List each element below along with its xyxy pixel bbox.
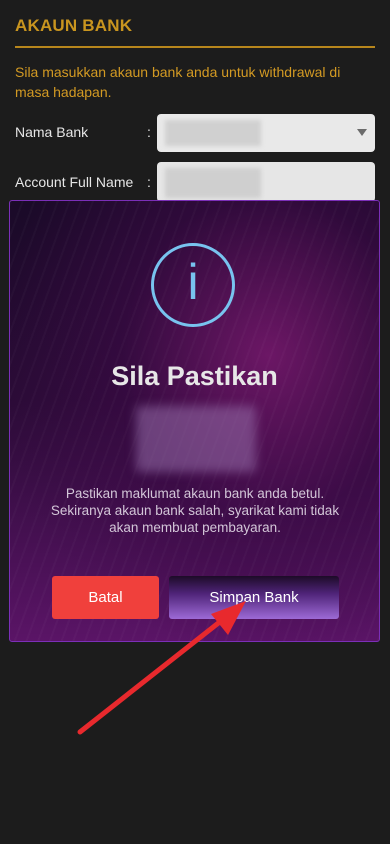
- save-bank-button[interactable]: Simpan Bank: [169, 576, 339, 619]
- account-name-label: Account Full Name: [15, 174, 134, 190]
- chevron-down-icon: [357, 129, 367, 136]
- cancel-button[interactable]: Batal: [52, 576, 159, 619]
- bank-name-select[interactable]: [157, 114, 375, 152]
- bank-name-colon: :: [147, 124, 151, 140]
- bank-name-value-redacted: [165, 120, 261, 146]
- section-title: AKAUN BANK: [15, 16, 133, 35]
- account-full-name-field[interactable]: [157, 162, 375, 202]
- title-divider: [15, 46, 375, 48]
- dialog-title: Sila Pastikan: [111, 361, 278, 391]
- confirm-dialog: i Sila Pastikan Pastikan maklumat akaun …: [9, 200, 380, 642]
- info-icon: i: [151, 243, 235, 327]
- account-details-redacted: [136, 406, 256, 472]
- bank-name-label: Nama Bank: [15, 124, 89, 140]
- bank-account-page: AKAUN BANK Sila masukkan akaun bank anda…: [0, 0, 390, 844]
- info-icon-glyph: i: [187, 254, 199, 310]
- account-name-value-redacted: [165, 168, 261, 198]
- instructions-text: Sila masukkan akaun bank anda untuk with…: [15, 64, 341, 100]
- account-name-colon: :: [147, 174, 151, 190]
- dialog-message: Pastikan maklumat akaun bank anda betul.…: [50, 486, 340, 535]
